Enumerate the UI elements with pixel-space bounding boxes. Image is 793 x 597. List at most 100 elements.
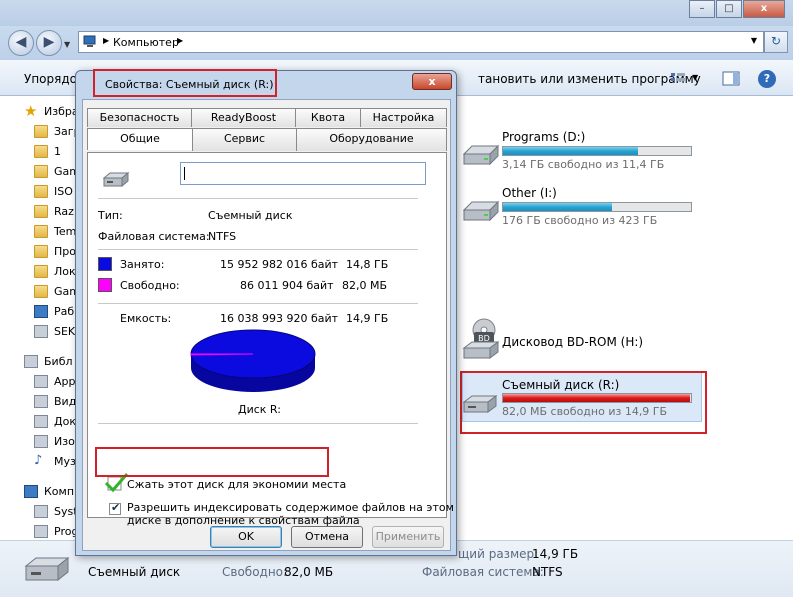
breadcrumb-computer[interactable]: Компьютер: [113, 36, 179, 49]
folder-icon: [34, 265, 48, 278]
ok-button[interactable]: OK: [210, 526, 282, 548]
recent-pages-dropdown[interactable]: ▼: [64, 40, 70, 49]
tab-quota[interactable]: Квота: [295, 108, 361, 127]
properties-dialog: Свойства: Съемный диск (R:) x Безопаснос…: [75, 69, 457, 556]
view-options-icon[interactable]: [670, 71, 686, 86]
filesystem-label: Файловая система:: [98, 230, 210, 243]
folder-icon: [34, 165, 48, 178]
drive-free-space: 3,14 ГБ свободно из 11,4 ГБ: [502, 158, 665, 171]
drive-icon: [34, 525, 48, 538]
back-button[interactable]: ◀: [8, 30, 34, 56]
address-row: ◀ ▶ ▼ ▶ Компьютер ▶ ▼ ↻: [0, 26, 793, 60]
nav-item-label: App: [54, 375, 76, 388]
help-button[interactable]: ?: [758, 70, 776, 88]
drive-name: Other (I:): [502, 186, 557, 200]
folder-icon: [34, 285, 48, 298]
free-label: Свободно:: [120, 279, 180, 292]
computer-icon: [24, 485, 38, 498]
view-dropdown-icon[interactable]: ▼: [692, 73, 698, 82]
dialog-close-button[interactable]: x: [412, 73, 452, 90]
dialog-body: Безопасность ReadyBoost Квота Настройка …: [82, 99, 454, 551]
nav-item-label: Библ: [44, 355, 73, 368]
address-bar[interactable]: ▶ Компьютер ▶ ▼: [78, 31, 764, 53]
drive-bd-rom-h[interactable]: BD Дисковод BD-ROM (H:): [460, 318, 700, 364]
nav-item-label: Лок: [54, 265, 76, 278]
details-fs-label: Файловая система:: [422, 565, 544, 579]
index-checkbox[interactable]: ✔: [109, 501, 121, 515]
computer-icon: [83, 35, 96, 47]
volume-label-input[interactable]: [180, 162, 426, 185]
nav-item-label: Syst: [54, 505, 78, 518]
minimize-button[interactable]: –: [689, 0, 715, 18]
close-button[interactable]: x: [743, 0, 785, 18]
details-total-label: щий размер:: [458, 547, 539, 561]
drive-free-space: 176 ГБ свободно из 423 ГБ: [502, 214, 658, 227]
video-icon: [34, 395, 48, 408]
used-bytes: 15 952 982 016 байт: [220, 258, 339, 271]
cancel-button[interactable]: Отмена: [291, 526, 363, 548]
explorer-titlebar: – □ x: [0, 0, 793, 26]
checkmark-icon: ✔: [111, 501, 121, 514]
nav-item-label: Вид: [54, 395, 77, 408]
tab-general[interactable]: Общие: [87, 128, 193, 150]
breadcrumb-arrow-icon[interactable]: ▶: [177, 36, 183, 45]
nav-item-label: SEK: [54, 325, 76, 338]
used-label: Занято:: [120, 258, 165, 271]
help-icon: ?: [763, 72, 771, 85]
close-icon: x: [428, 75, 436, 88]
bd-rom-drive-icon: BD: [462, 318, 500, 359]
details-free-value: 82,0 МБ: [284, 565, 334, 579]
nav-item-label: Tem: [54, 225, 77, 238]
free-size: 82,0 МБ: [342, 279, 388, 292]
tab-tools[interactable]: Сервис: [192, 128, 297, 151]
annotation-highlight-compress: [95, 447, 329, 477]
nav-item-label: 1: [54, 145, 61, 158]
details-free-label: Свободно:: [222, 565, 288, 579]
document-icon: [34, 415, 48, 428]
separator: [98, 423, 418, 424]
tab-hardware[interactable]: Оборудование: [296, 128, 447, 151]
details-drive-name: Съемный диск: [88, 565, 181, 579]
apply-button[interactable]: Применить: [372, 526, 444, 548]
free-bytes: 86 011 904 байт: [240, 279, 334, 292]
details-fs-value: NTFS: [532, 565, 563, 579]
compress-label: Сжать этот диск для экономии места: [127, 478, 347, 491]
separator: [98, 249, 418, 250]
nav-item-label: Изо: [54, 435, 75, 448]
type-label: Тип:: [98, 209, 123, 222]
nav-item-label: Муз: [54, 455, 76, 468]
drive-name: Programs (D:): [502, 130, 586, 144]
uninstall-program-button[interactable]: тановить или изменить программу: [478, 72, 701, 86]
drive-programs-d[interactable]: Programs (D:) 3,14 ГБ свободно из 11,4 Г…: [460, 126, 700, 174]
folder-icon: [34, 225, 48, 238]
address-dropdown-icon[interactable]: ▼: [751, 36, 757, 45]
used-space-swatch: [98, 257, 112, 271]
folder-icon: [34, 125, 48, 138]
hard-drive-icon: [462, 200, 500, 222]
drive-other-i[interactable]: Other (I:) 176 ГБ свободно из 423 ГБ: [460, 182, 700, 230]
drive-usage-bar: [502, 146, 692, 156]
app-icon: [34, 375, 48, 388]
folder-icon: [34, 185, 48, 198]
refresh-button[interactable]: ↻: [764, 31, 788, 53]
type-value: Съемный диск: [208, 209, 293, 222]
compress-checkbox[interactable]: [105, 473, 129, 493]
separator: [98, 303, 418, 304]
nav-item-label: Док: [54, 415, 76, 428]
star-icon: ★: [24, 102, 38, 120]
tab-security[interactable]: Безопасность: [87, 108, 192, 127]
preview-pane-icon[interactable]: [722, 71, 740, 86]
disk-usage-pie-chart: [190, 329, 316, 392]
removable-drive-large-icon: [24, 556, 70, 582]
nav-item-label: Избра: [44, 105, 79, 118]
used-size: 14,8 ГБ: [346, 258, 389, 271]
tab-readyboost[interactable]: ReadyBoost: [191, 108, 296, 127]
capacity-label: Емкость:: [120, 312, 172, 325]
tab-customize[interactable]: Настройка: [360, 108, 447, 127]
maximize-button[interactable]: □: [716, 0, 742, 18]
separator: [98, 198, 418, 199]
nav-item-label: ISO: [54, 185, 73, 198]
forward-button[interactable]: ▶: [36, 30, 62, 56]
organize-button[interactable]: Упорядо: [24, 72, 77, 86]
free-space-swatch: [98, 278, 112, 292]
